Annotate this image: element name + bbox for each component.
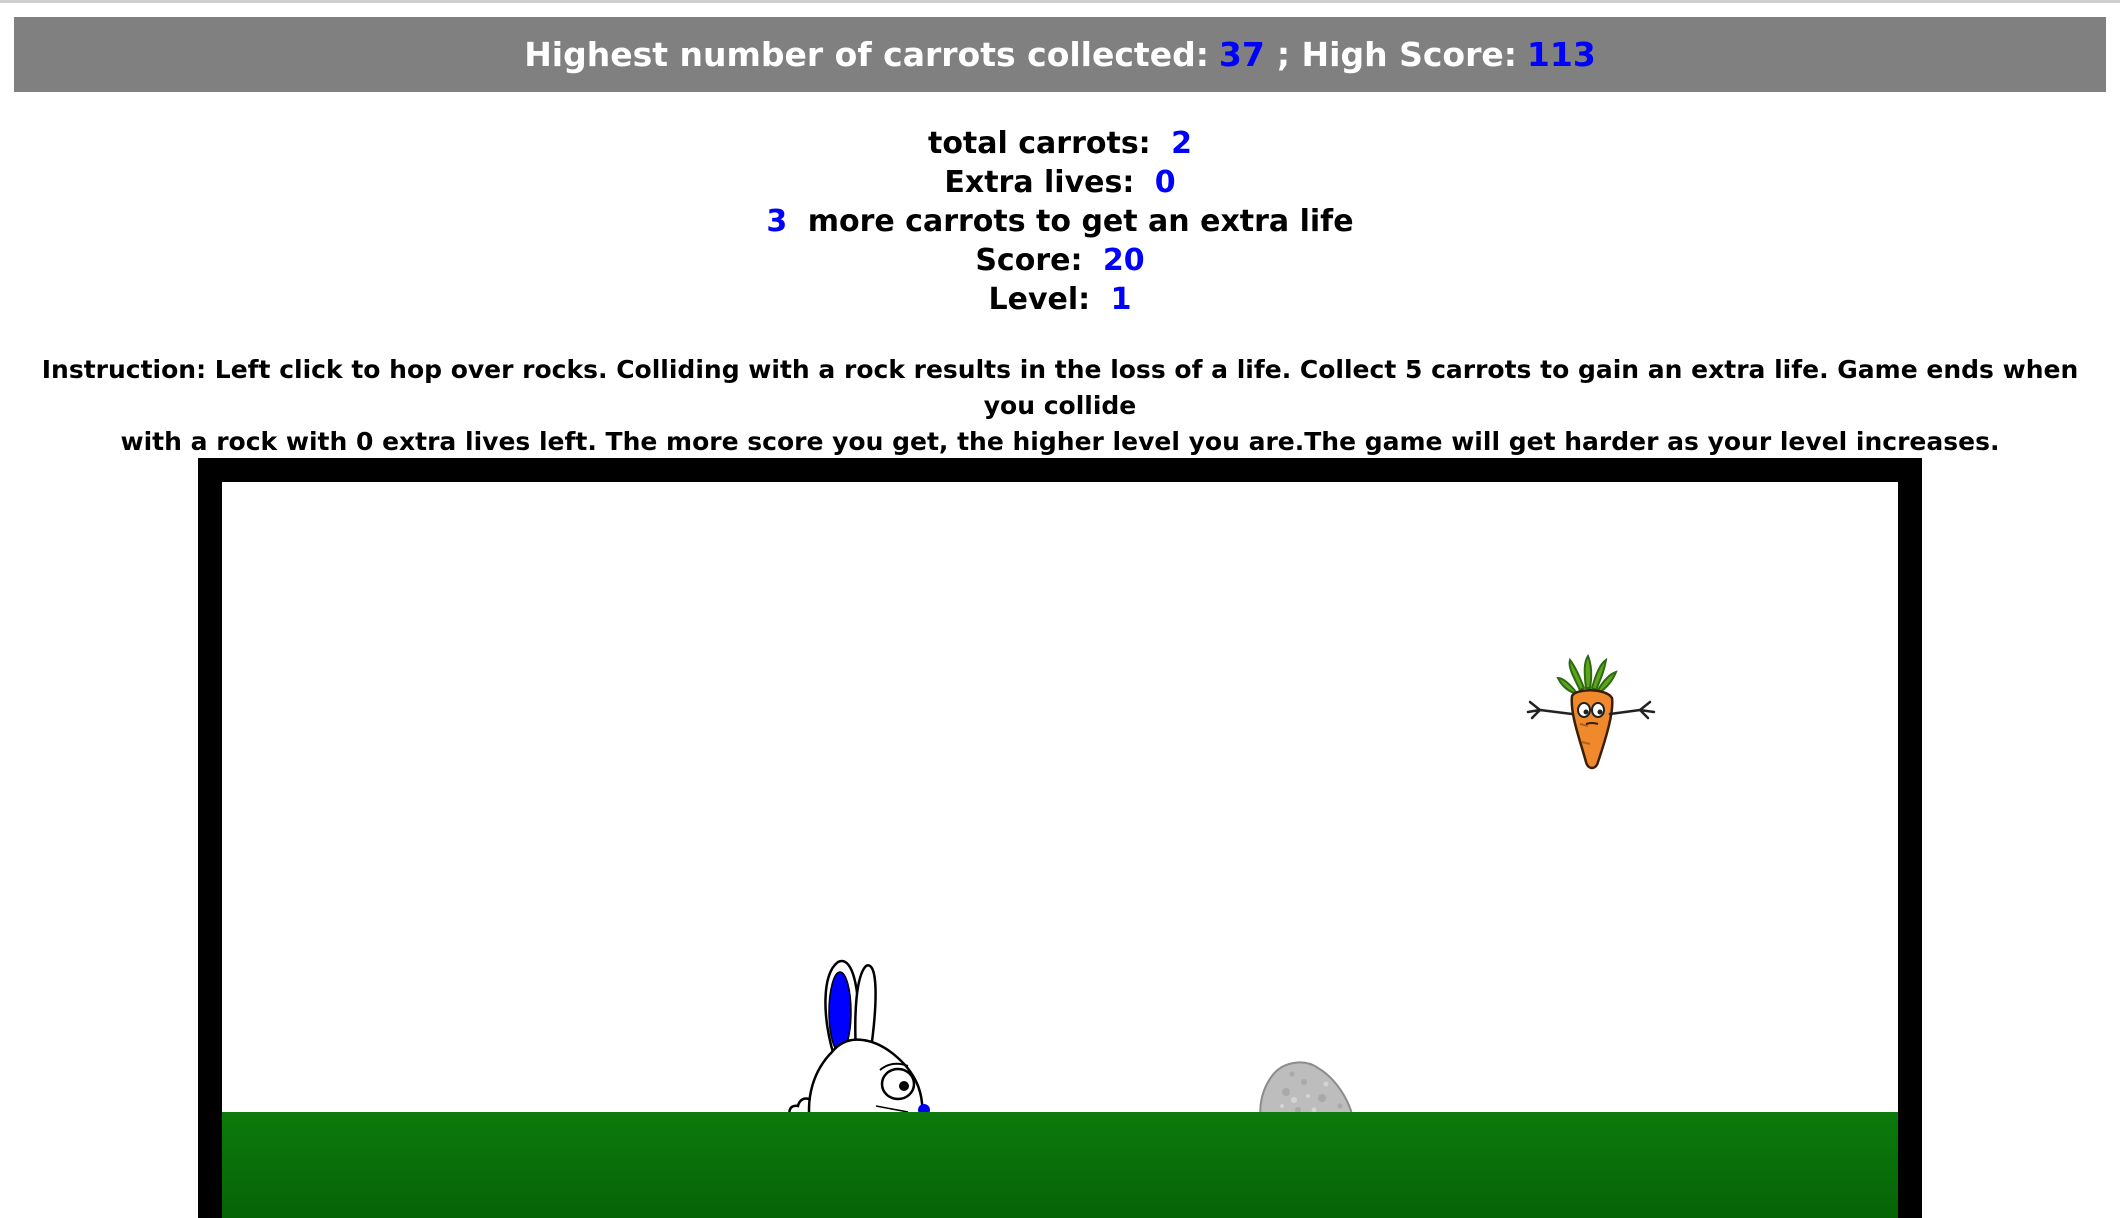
score-label: Score: (975, 243, 1093, 278)
top-border (0, 0, 2120, 3)
level-value: 1 (1110, 282, 1132, 317)
score-row: Score: 20 (0, 241, 2120, 280)
level-label: Level: (988, 282, 1101, 317)
total-carrots-value: 2 (1171, 126, 1192, 161)
carrots-needed-row: 3 more carrots to get an extra life (0, 202, 2120, 241)
stats-panel: total carrots: 2 Extra lives: 0 3 more c… (0, 124, 2120, 319)
game-page: Highest number of carrots collected: 37 … (0, 0, 2120, 1218)
instruction-line-1: Instruction: Left click to hop over rock… (41, 355, 2079, 420)
score-value: 20 (1102, 243, 1145, 278)
high-score-banner: Highest number of carrots collected: 37 … (14, 17, 2106, 92)
level-row: Level: 1 (0, 280, 2120, 319)
total-carrots-row: total carrots: 2 (0, 124, 2120, 163)
total-carrots-label: total carrots: (927, 126, 1162, 161)
highest-carrots-value: 37 (1218, 35, 1265, 74)
highest-carrots-label: Highest number of carrots collected: (524, 35, 1209, 74)
game-canvas[interactable] (222, 482, 1898, 1218)
extra-lives-label: Extra lives: (944, 165, 1145, 200)
carrot-icon (1526, 653, 1656, 770)
instruction-line-2: with a rock with 0 extra lives left. The… (120, 427, 2000, 456)
carrots-needed-value: 3 (766, 204, 788, 239)
carrots-needed-label: more carrots to get an extra life (797, 204, 1354, 239)
game-frame (198, 458, 1922, 1218)
instruction-text: Instruction: Left click to hop over rock… (30, 352, 2090, 460)
high-score-value: 113 (1526, 35, 1596, 74)
ground (222, 1112, 1898, 1218)
high-score-label: ; High Score: (1276, 35, 1517, 74)
extra-lives-row: Extra lives: 0 (0, 163, 2120, 202)
extra-lives-value: 0 (1154, 165, 1176, 200)
